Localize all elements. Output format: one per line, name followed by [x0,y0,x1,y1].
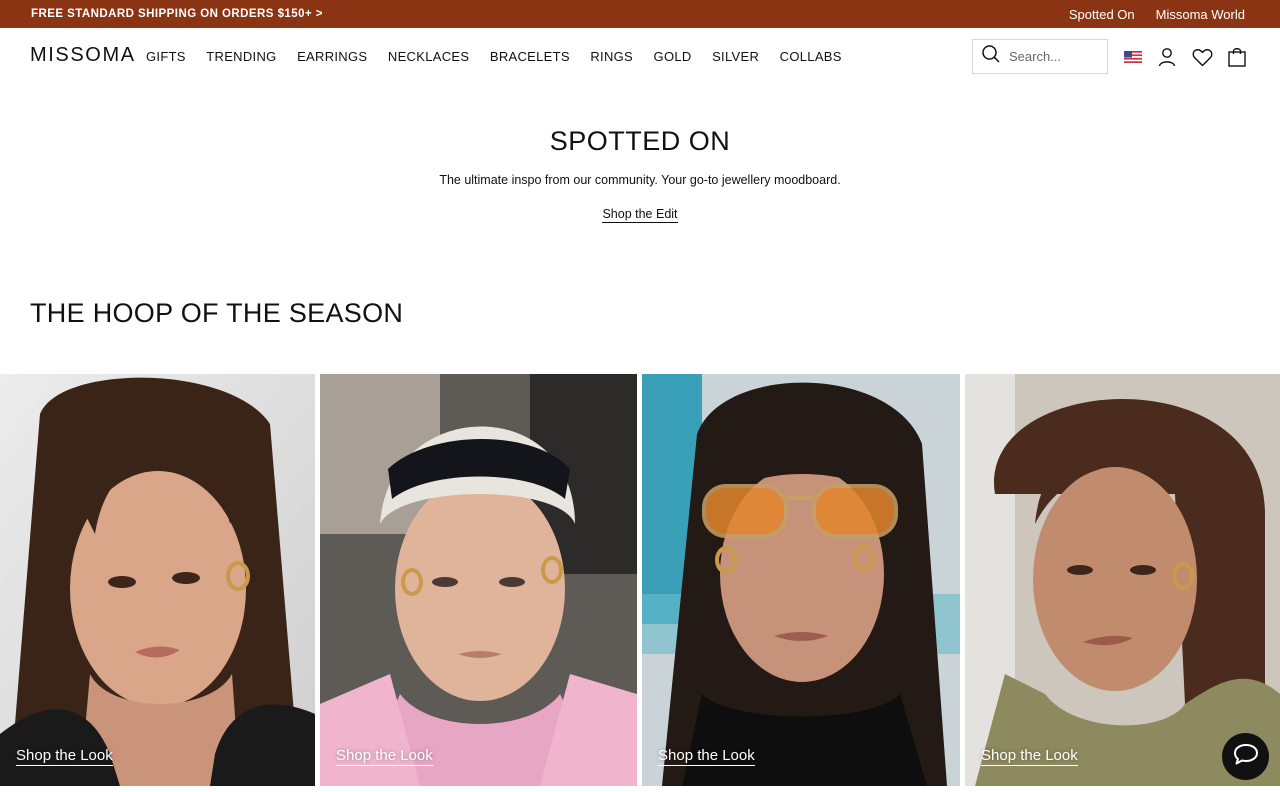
nav-item-bracelets[interactable]: BRACELETS [490,49,570,64]
shop-the-look-link-1[interactable]: Shop the Look [16,747,113,766]
page-title: SPOTTED ON [549,126,731,156]
shop-the-look-link-4[interactable]: Shop the Look [981,747,1078,766]
chat-button[interactable] [1222,733,1269,780]
section-title: THE HOOP OF THE SEASON [30,298,404,328]
shop-the-look-link-3[interactable]: Shop the Look [658,747,755,766]
look-photo-4 [965,374,1280,786]
wishlist-heart-icon[interactable] [1191,46,1213,68]
missoma-logo[interactable]: MISSOMA [30,44,136,67]
search-box[interactable] [972,39,1108,74]
us-flag-icon[interactable] [1122,46,1144,68]
utility-links: Spotted On Missoma World [1069,7,1245,22]
look-photo-1 [0,374,315,786]
nav-item-gold[interactable]: GOLD [654,49,692,64]
look-tile-4[interactable]: Shop the Look [965,374,1280,786]
shop-the-edit-container: Shop the Edit [0,207,1280,223]
nav-item-trending[interactable]: TRENDING [206,49,276,64]
look-tile-2[interactable]: Shop the Look [320,374,637,786]
announcement-bar: FREE STANDARD SHIPPING ON ORDERS $150+ >… [0,0,1280,28]
chat-bubble-icon [1233,742,1259,771]
shopping-bag-icon[interactable] [1226,46,1248,68]
shop-the-look-link-2[interactable]: Shop the Look [336,747,433,766]
account-icon[interactable] [1156,46,1178,68]
search-icon [981,44,1001,69]
nav-item-collabs[interactable]: COLLABS [780,49,842,64]
look-photo-2 [320,374,637,786]
nav-item-earrings[interactable]: EARRINGS [297,49,367,64]
shop-the-edit-link[interactable]: Shop the Edit [602,207,678,223]
missoma-world-link[interactable]: Missoma World [1156,7,1245,22]
look-photo-3 [642,374,960,786]
nav-item-rings[interactable]: RINGS [590,49,633,64]
site-header: MISSOMA GIFTS TRENDING EARRINGS NECKLACE… [0,28,1280,86]
spotted-on-link[interactable]: Spotted On [1069,7,1135,22]
main-nav: GIFTS TRENDING EARRINGS NECKLACES BRACEL… [146,49,842,64]
look-tile-1[interactable]: Shop the Look [0,374,315,786]
nav-item-silver[interactable]: SILVER [712,49,759,64]
page-subtitle: The ultimate inspo from our community. Y… [439,173,841,187]
nav-item-gifts[interactable]: GIFTS [146,49,186,64]
free-shipping-promo[interactable]: FREE STANDARD SHIPPING ON ORDERS $150+ > [31,8,323,20]
nav-item-necklaces[interactable]: NECKLACES [388,49,469,64]
look-tile-3[interactable]: Shop the Look [642,374,960,786]
search-input[interactable] [1009,49,1099,64]
